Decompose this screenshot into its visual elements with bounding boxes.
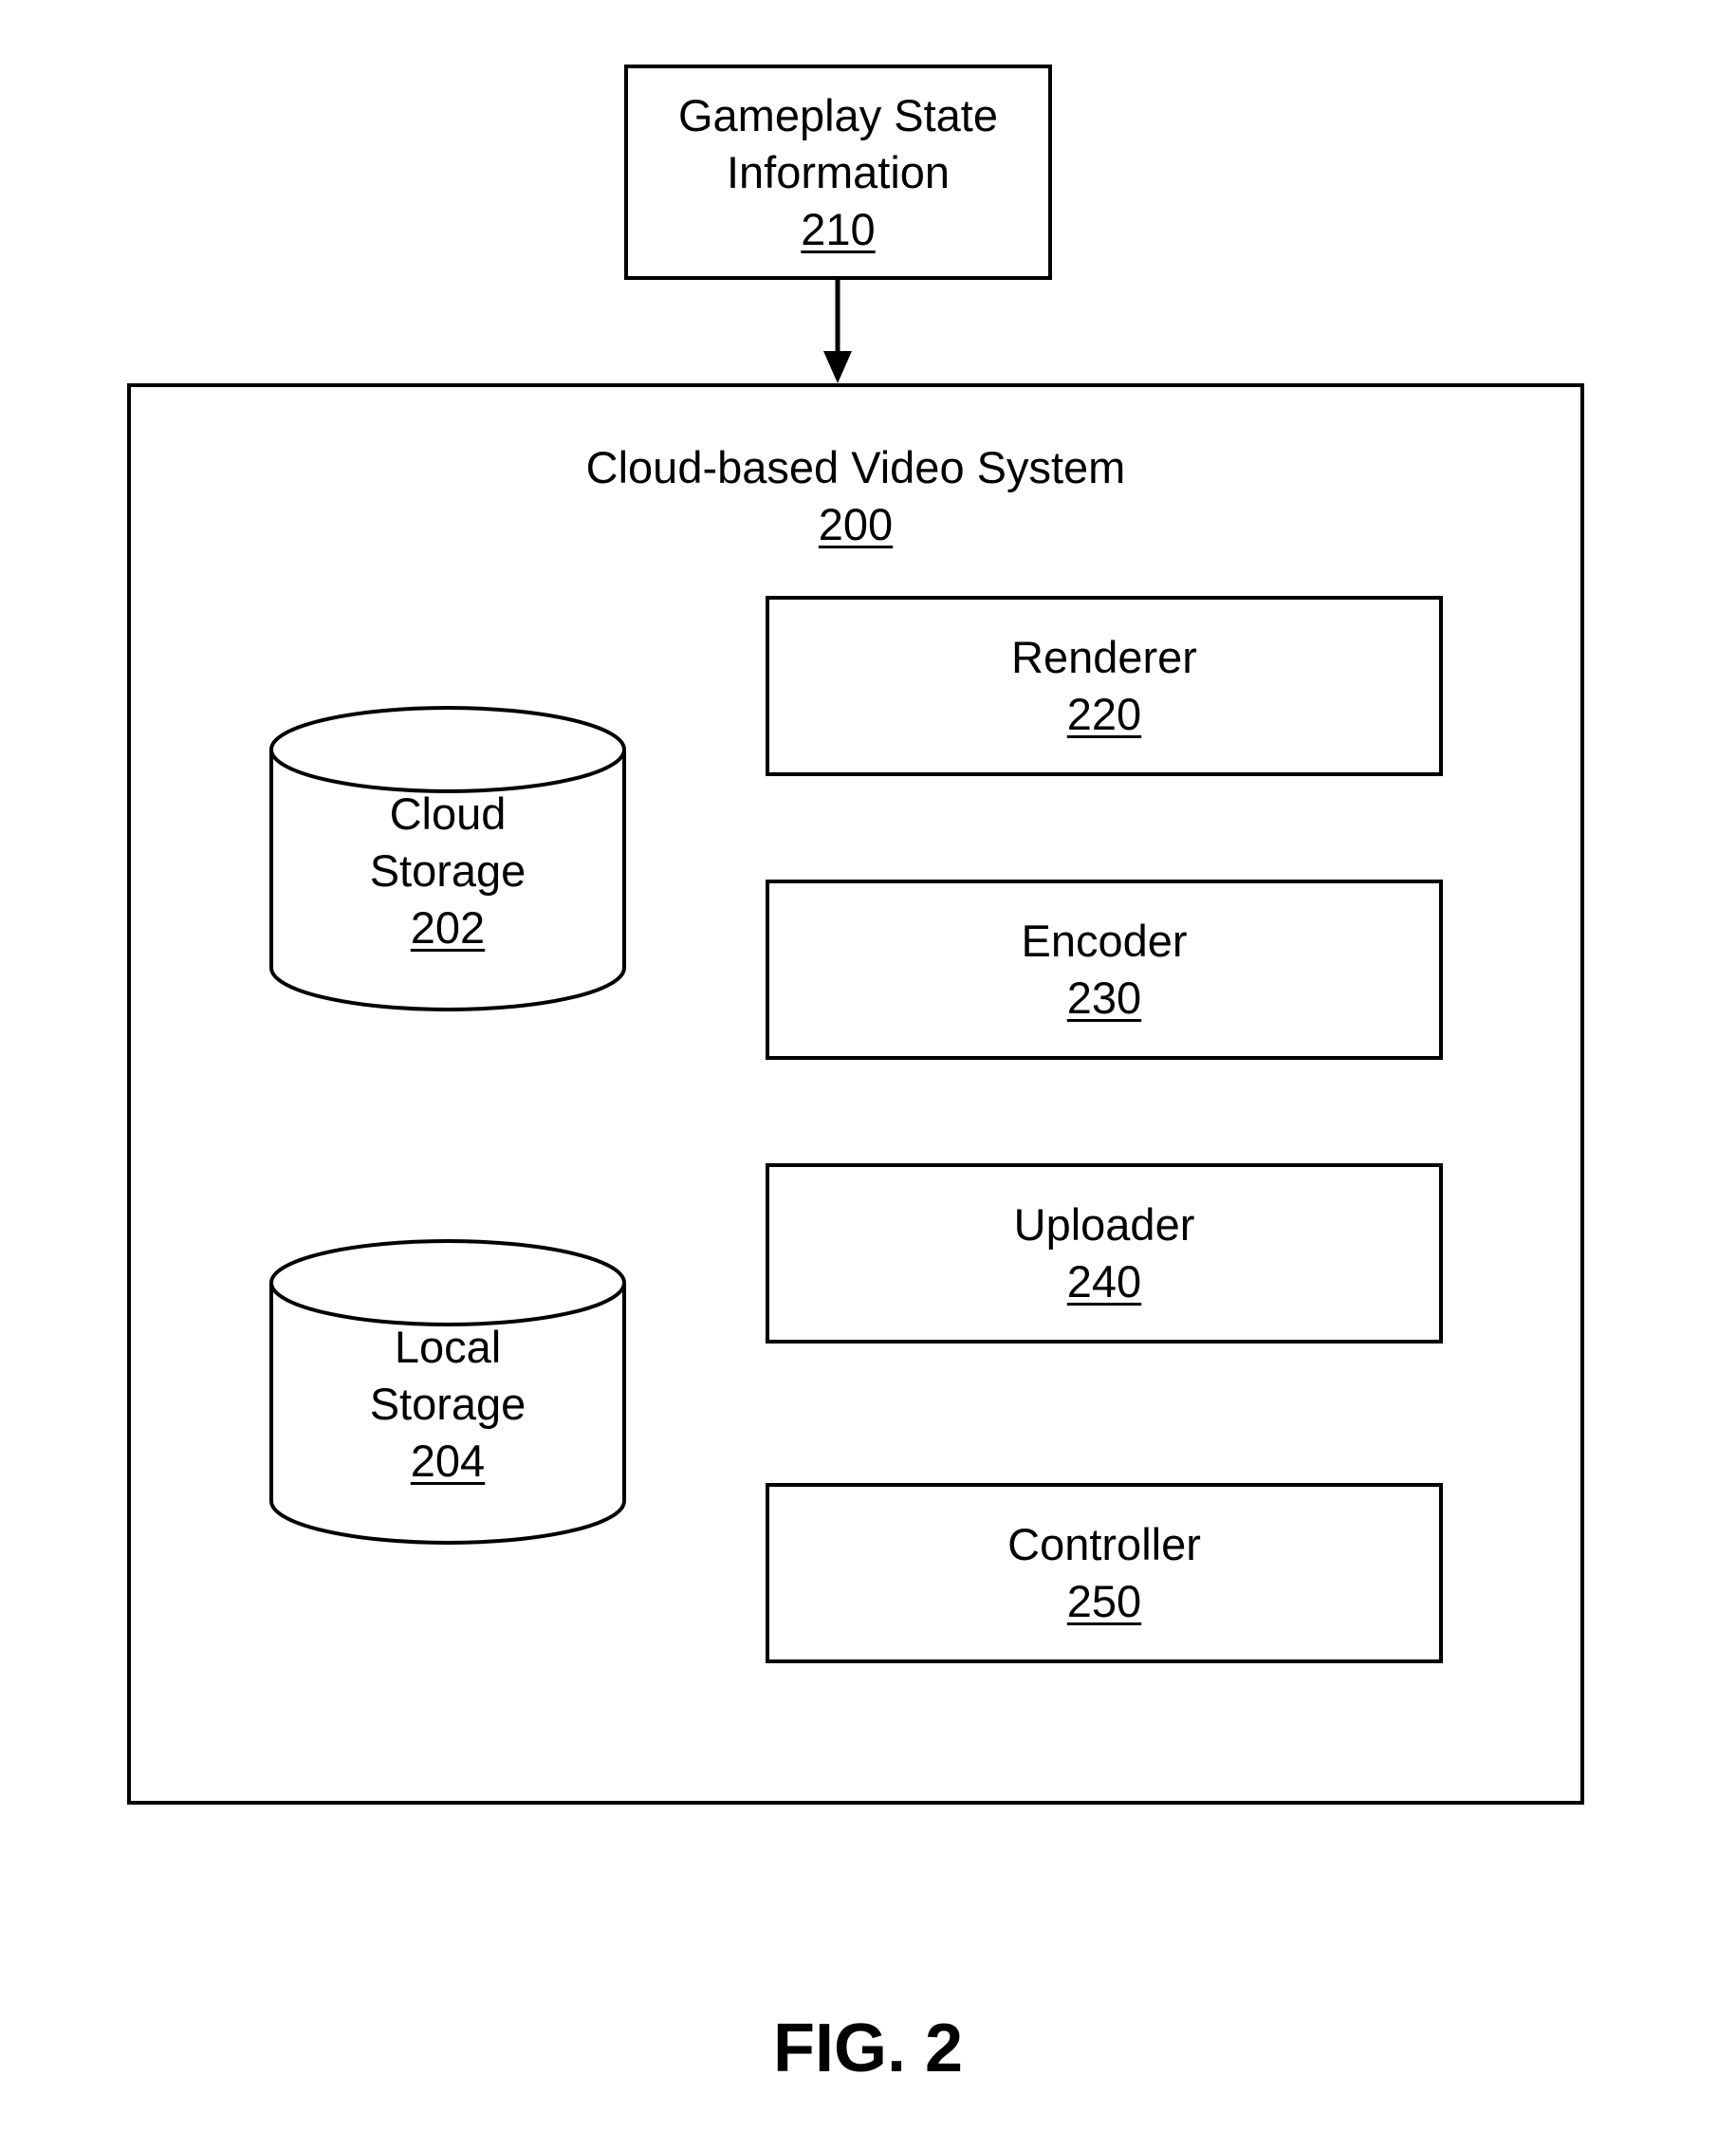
encoder-box: Encoder 230 xyxy=(766,880,1443,1060)
cloud-storage-label-line2: Storage xyxy=(369,845,526,896)
controller-ref: 250 xyxy=(1066,1576,1142,1626)
figure-caption: FIG. 2 xyxy=(772,2011,964,2086)
renderer-box: Renderer 220 xyxy=(766,596,1443,776)
uploader-label: Uploader xyxy=(1013,1199,1195,1250)
local-storage-ref: 204 xyxy=(410,1436,486,1486)
cloud-storage-label-line1: Cloud xyxy=(389,788,507,839)
controller-label: Controller xyxy=(1007,1519,1201,1569)
local-storage-label-group: Local Storage 204 xyxy=(271,1319,624,1490)
local-storage-label-line2: Storage xyxy=(369,1379,526,1429)
arrow-210-to-200-head xyxy=(823,351,852,383)
cloud-storage-label-group: Cloud Storage 202 xyxy=(271,786,624,956)
encoder-ref: 230 xyxy=(1066,973,1142,1023)
uploader-box: Uploader 240 xyxy=(766,1163,1443,1344)
cloud-storage-ref: 202 xyxy=(410,902,486,953)
diagram-connectors xyxy=(269,279,852,1545)
uploader-ref: 240 xyxy=(1066,1256,1142,1307)
encoder-label: Encoder xyxy=(1021,916,1188,966)
controller-box: Controller 250 xyxy=(766,1483,1443,1663)
local-storage-label-line1: Local xyxy=(394,1322,502,1372)
renderer-ref: 220 xyxy=(1066,689,1142,739)
renderer-label: Renderer xyxy=(1011,632,1197,682)
